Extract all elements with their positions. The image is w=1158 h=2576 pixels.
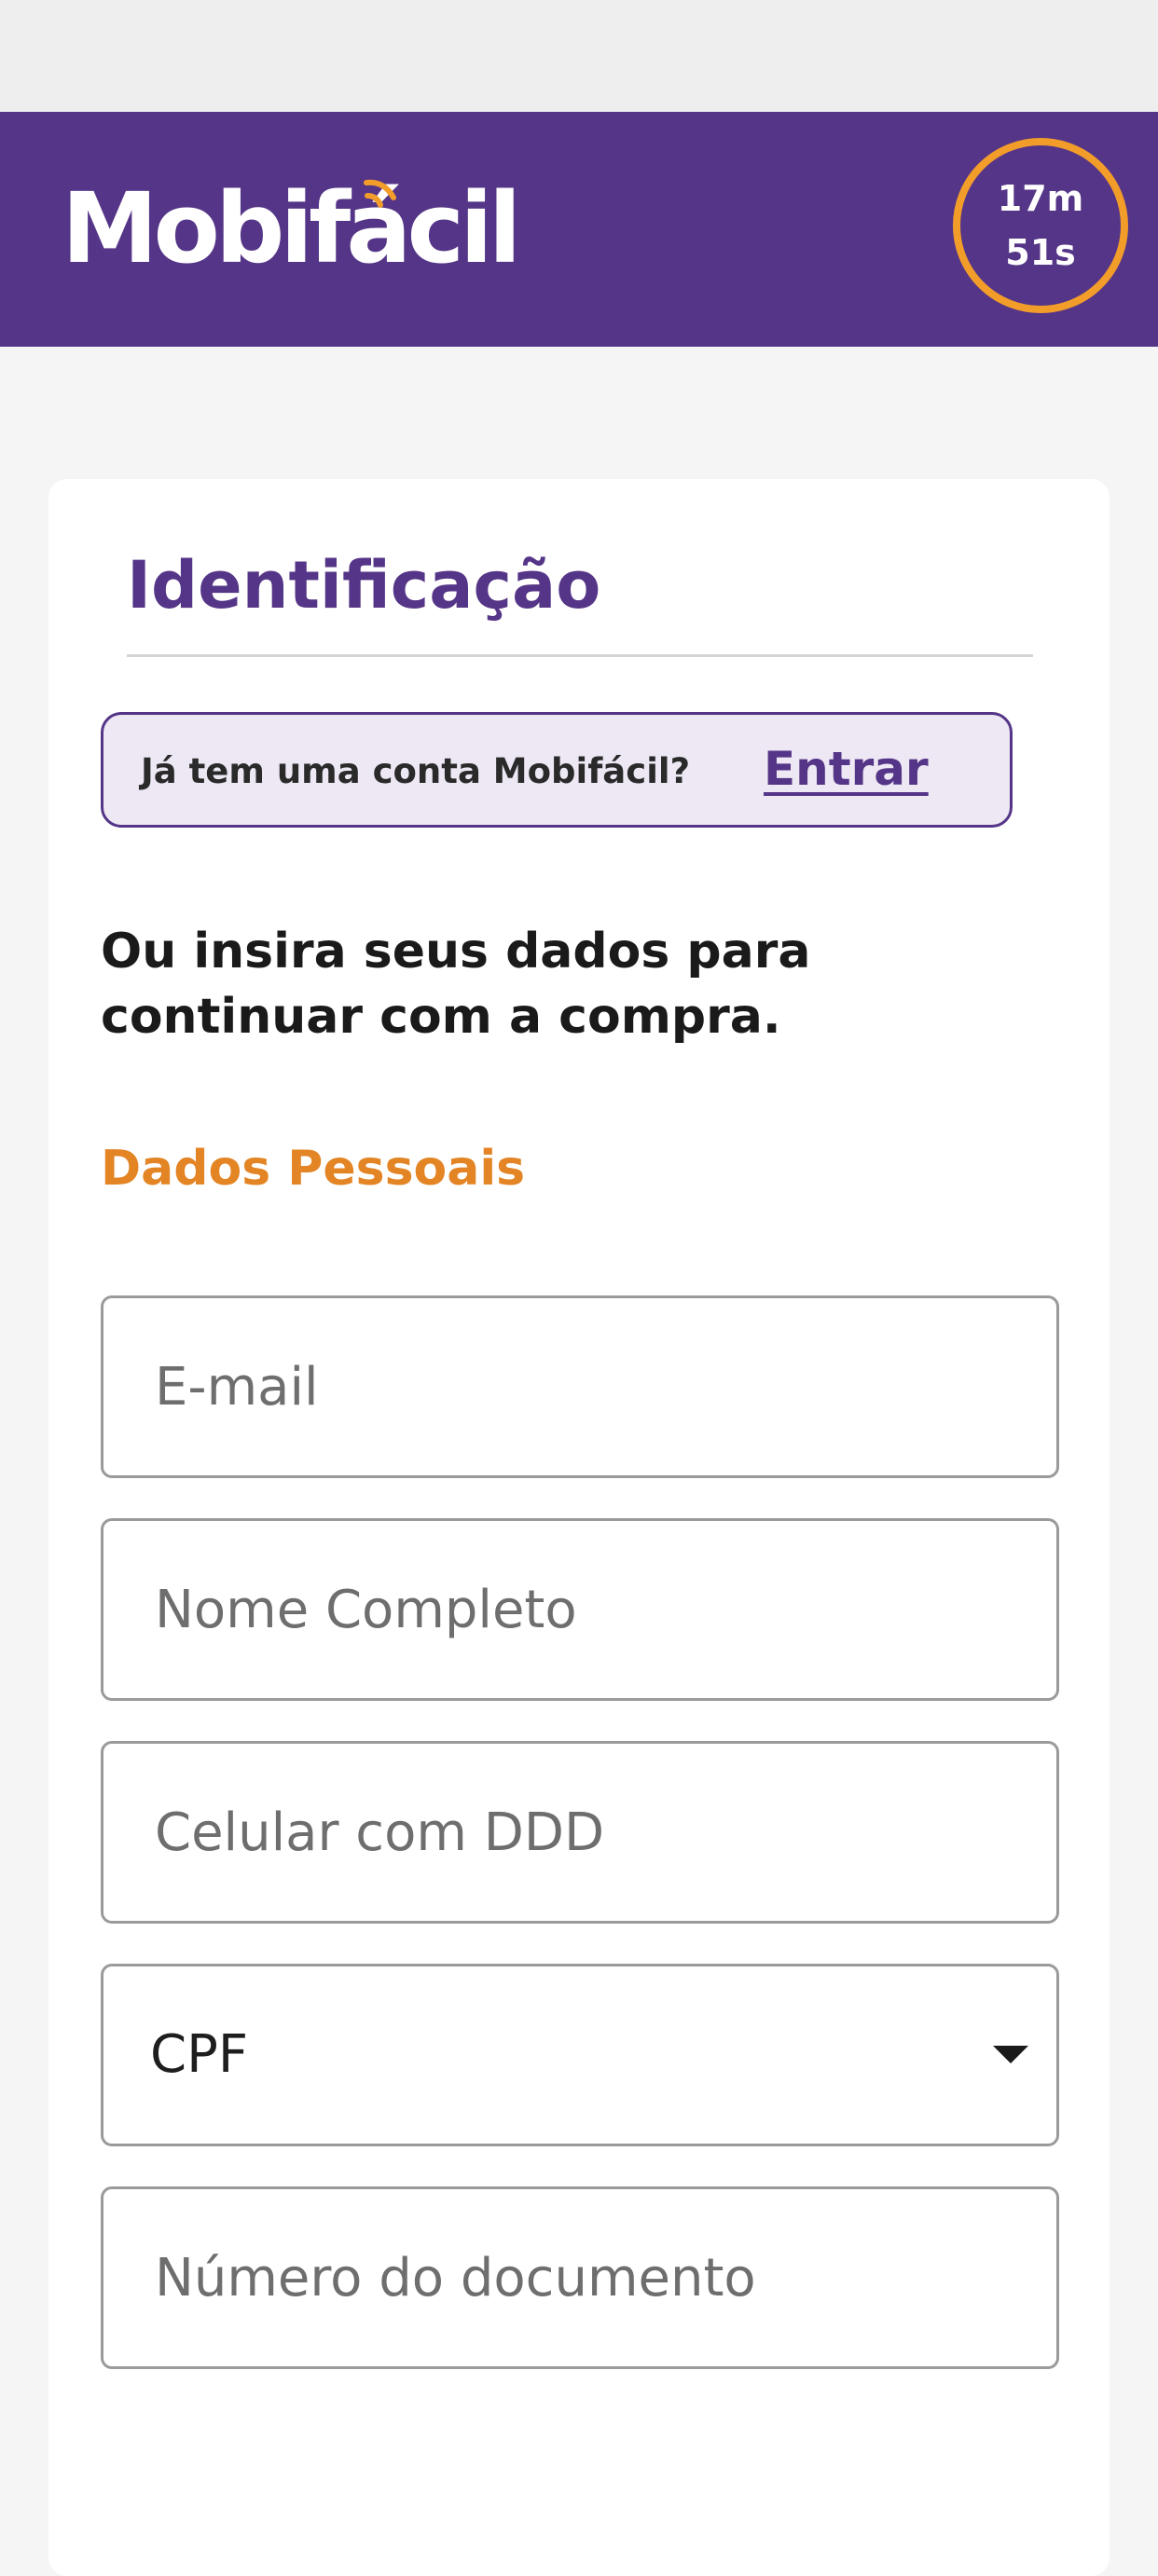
full-name-field[interactable] <box>101 1518 1059 1701</box>
identification-card: Identificação Já tem uma conta Mobifácil… <box>48 479 1110 2576</box>
document-number-field[interactable] <box>101 2186 1059 2369</box>
status-bar <box>0 0 1158 112</box>
title-divider <box>127 654 1033 657</box>
caret-down-icon <box>993 2046 1028 2063</box>
logo-signal-icon <box>364 179 396 208</box>
phone-field[interactable] <box>101 1741 1059 1924</box>
form-instructions: Ou insira seus dados para continuar com … <box>101 924 811 1045</box>
app-header: Mobifácil 17m 51s <box>0 112 1158 347</box>
email-field[interactable] <box>101 1295 1059 1478</box>
timer-seconds: 51s <box>1005 232 1076 273</box>
timer-minutes: 17m <box>997 178 1084 219</box>
document-type-value: CPF <box>150 2024 249 2085</box>
login-link[interactable]: Entrar <box>764 739 929 799</box>
section-title-personal-data: Dados Pessoais <box>101 1141 526 1197</box>
countdown-timer: 17m 51s <box>953 138 1128 313</box>
login-prompt-box: Já tem uma conta Mobifácil? Entrar <box>101 712 1013 828</box>
page-title: Identificação <box>127 547 601 623</box>
brand-logo: Mobifácil <box>62 171 521 285</box>
login-question-text: Já tem uma conta Mobifácil? <box>141 751 691 791</box>
document-type-select[interactable]: CPF <box>101 1964 1059 2146</box>
